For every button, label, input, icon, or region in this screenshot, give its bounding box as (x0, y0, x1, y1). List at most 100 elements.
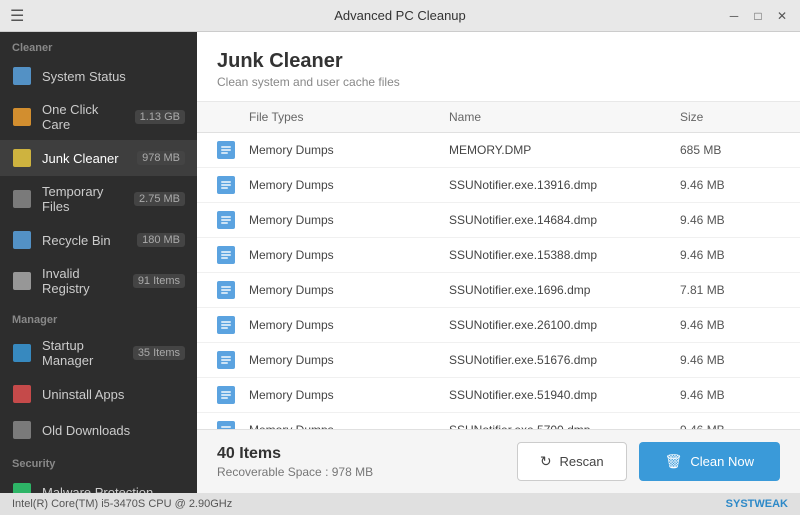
table-row[interactable]: Memory Dumps SSUNotifier.exe.14684.dmp 9… (197, 203, 800, 238)
table-row[interactable]: Memory Dumps SSUNotifier.exe.51676.dmp 9… (197, 343, 800, 378)
sidebar-item-old-downloads[interactable]: Old Downloads (0, 412, 197, 448)
cell-filetype: Memory Dumps (249, 143, 449, 157)
file-icon (217, 421, 249, 429)
app-title: Advanced PC Cleanup (334, 8, 466, 23)
rescan-label: Rescan (560, 454, 604, 469)
main-container: Cleaner System Status One Click Care 1.13 G… (0, 32, 800, 493)
cell-filetype: Memory Dumps (249, 353, 449, 367)
table-row[interactable]: Memory Dumps SSUNotifier.exe.1696.dmp 7.… (197, 273, 800, 308)
uninstall-icon (12, 384, 32, 404)
table-row[interactable]: Memory Dumps SSUNotifier.exe.15388.dmp 9… (197, 238, 800, 273)
file-icon (217, 141, 249, 159)
sidebar-item-badge-one-click-care: 1.13 GB (135, 110, 185, 124)
file-icon (217, 211, 249, 229)
recycle-icon (12, 230, 32, 250)
malware-icon (12, 482, 32, 493)
clean-label: Clean Now (690, 454, 754, 469)
startup-icon (12, 343, 32, 363)
sidebar-item-label-malware-protection: Malware Protection (42, 485, 185, 494)
sidebar-item-label-system-status: System Status (42, 69, 185, 84)
sidebar-section-security: Security (0, 448, 197, 474)
cell-name: SSUNotifier.exe.51676.dmp (449, 353, 680, 367)
sidebar-section-cleaner: Cleaner (0, 32, 197, 58)
temp-icon (12, 189, 32, 209)
bottom-actions: ↻ Rescan 🗑 Clean Now (517, 442, 780, 481)
cell-name: SSUNotifier.exe.14684.dmp (449, 213, 680, 227)
cell-name: SSUNotifier.exe.1696.dmp (449, 283, 680, 297)
registry-icon (12, 271, 32, 291)
table-header: File Types Name Size (197, 102, 800, 133)
cell-size: 685 MB (680, 143, 780, 157)
sidebar-item-startup-manager[interactable]: Startup Manager35 Items (0, 330, 197, 376)
clean-now-button[interactable]: 🗑 Clean Now (639, 442, 780, 481)
sidebar-item-invalid-registry[interactable]: Invalid Registry91 Items (0, 258, 197, 304)
cell-filetype: Memory Dumps (249, 283, 449, 297)
close-button[interactable]: ✕ (774, 8, 790, 24)
sidebar-item-badge-junk-cleaner: 978 MB (137, 151, 185, 165)
cell-name: MEMORY.DMP (449, 143, 680, 157)
items-count: 40 Items (217, 445, 373, 463)
sidebar-section-manager: Manager (0, 304, 197, 330)
col-size: Size (680, 110, 780, 124)
cell-filetype: Memory Dumps (249, 248, 449, 262)
sidebar-item-label-uninstall-apps: Uninstall Apps (42, 387, 185, 402)
sidebar-item-label-recycle-bin: Recycle Bin (42, 233, 127, 248)
sidebar-item-uninstall-apps[interactable]: Uninstall Apps (0, 376, 197, 412)
sidebar-item-malware-protection[interactable]: Malware Protection (0, 474, 197, 493)
cell-size: 9.46 MB (680, 248, 780, 262)
bottom-info: 40 Items Recoverable Space : 978 MB (217, 445, 373, 479)
file-icon (217, 351, 249, 369)
sidebar-item-temporary-files[interactable]: Temporary Files 2.75 MB (0, 176, 197, 222)
file-icon (217, 246, 249, 264)
table-row[interactable]: Memory Dumps SSUNotifier.exe.13916.dmp 9… (197, 168, 800, 203)
sidebar-item-label-one-click-care: One Click Care (42, 102, 125, 132)
sidebar-item-label-temporary-files: Temporary Files (42, 184, 124, 214)
file-icon (217, 386, 249, 404)
minimize-button[interactable]: ─ (726, 8, 742, 24)
rescan-button[interactable]: ↻ Rescan (517, 442, 627, 481)
brand-text: SYS (726, 498, 748, 510)
cell-name: SSUNotifier.exe.13916.dmp (449, 178, 680, 192)
sidebar-item-badge-recycle-bin: 180 MB (137, 233, 185, 247)
file-icon (217, 176, 249, 194)
file-icon (217, 281, 249, 299)
trash-icon: 🗑 (665, 453, 683, 470)
brand-highlight: TWEAK (748, 498, 788, 510)
table-row[interactable]: Memory Dumps SSUNotifier.exe.26100.dmp 9… (197, 308, 800, 343)
cell-name: SSUNotifier.exe.15388.dmp (449, 248, 680, 262)
sidebar-item-junk-cleaner[interactable]: Junk Cleaner978 MB (0, 140, 197, 176)
table-row[interactable]: Memory Dumps MEMORY.DMP 685 MB (197, 133, 800, 168)
cell-name: SSUNotifier.exe.26100.dmp (449, 318, 680, 332)
sidebar-item-badge-temporary-files: 2.75 MB (134, 192, 185, 206)
cell-size: 9.46 MB (680, 318, 780, 332)
cell-size: 9.46 MB (680, 213, 780, 227)
brand-logo: SYSTWEAK (726, 498, 788, 510)
sidebar-item-system-status[interactable]: System Status (0, 58, 197, 94)
col-filetype: File Types (249, 110, 449, 124)
col-name: Name (449, 110, 680, 124)
cell-size: 9.46 MB (680, 388, 780, 402)
page-subtitle: Clean system and user cache files (217, 75, 780, 89)
status-bar: Intel(R) Core(TM) i5-3470S CPU @ 2.90GHz… (0, 493, 800, 515)
rescan-icon: ↻ (540, 453, 552, 470)
downloads-icon (12, 420, 32, 440)
table-row[interactable]: Memory Dumps SSUNotifier.exe.51940.dmp 9… (197, 378, 800, 413)
table-row[interactable]: Memory Dumps SSUNotifier.exe.5700.dmp 9.… (197, 413, 800, 429)
sidebar-item-badge-startup-manager: 35 Items (133, 346, 185, 360)
bottom-bar: 40 Items Recoverable Space : 978 MB ↻ Re… (197, 429, 800, 493)
monitor-icon (12, 66, 32, 86)
cell-filetype: Memory Dumps (249, 318, 449, 332)
junk-icon (12, 148, 32, 168)
cell-filetype: Memory Dumps (249, 388, 449, 402)
hamburger-icon[interactable]: ☰ (10, 6, 24, 26)
circle-icon (12, 107, 32, 127)
cell-size: 7.81 MB (680, 283, 780, 297)
recoverable-space: Recoverable Space : 978 MB (217, 465, 373, 479)
table-body: Memory Dumps MEMORY.DMP 685 MB Memory Du… (197, 133, 800, 429)
sidebar-item-recycle-bin[interactable]: Recycle Bin 180 MB (0, 222, 197, 258)
cell-name: SSUNotifier.exe.51940.dmp (449, 388, 680, 402)
maximize-button[interactable]: □ (750, 8, 766, 24)
sidebar-item-one-click-care[interactable]: One Click Care 1.13 GB (0, 94, 197, 140)
cell-filetype: Memory Dumps (249, 178, 449, 192)
cell-size: 9.46 MB (680, 353, 780, 367)
